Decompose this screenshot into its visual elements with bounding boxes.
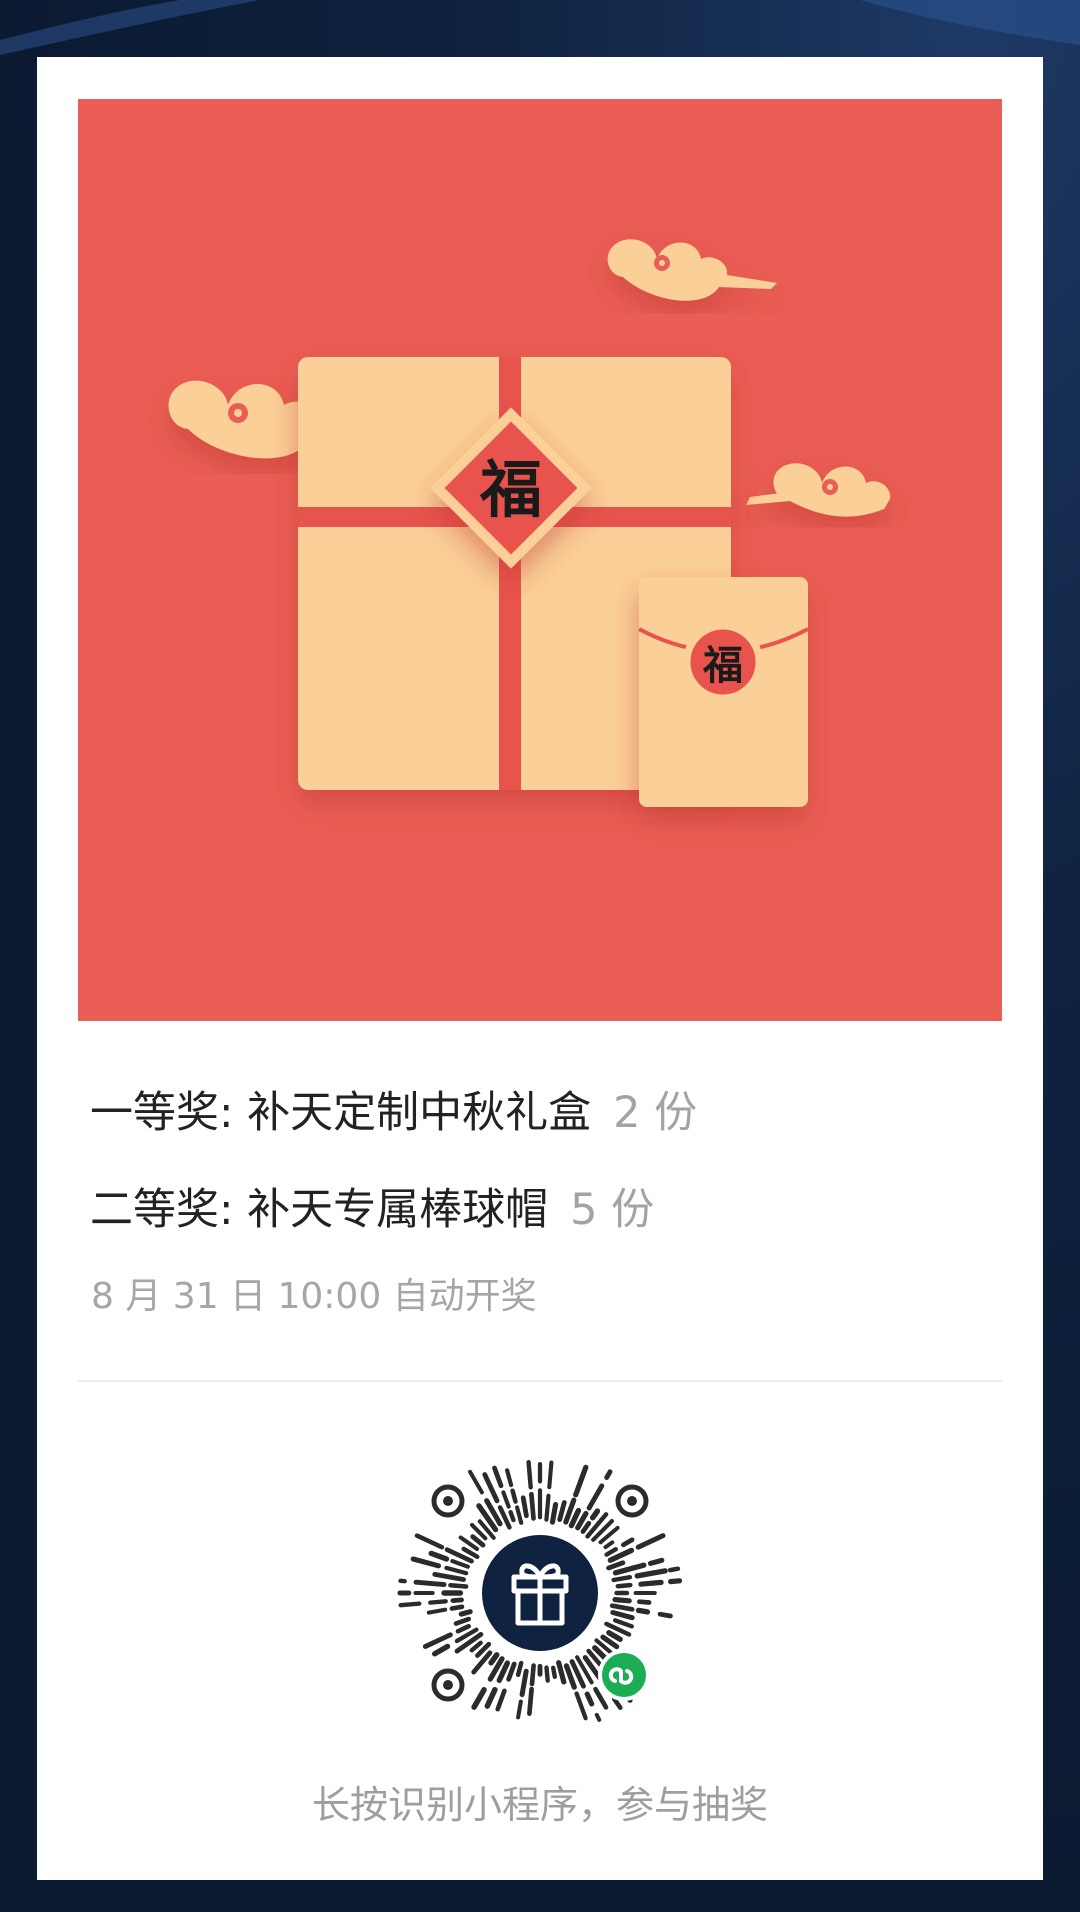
qr-ray: [471, 1687, 487, 1710]
qr-ray: [609, 1603, 635, 1612]
qr-ray: [448, 1582, 469, 1589]
qr-ray: [647, 1557, 665, 1566]
qr-ray: [527, 1686, 534, 1716]
qr-ray: [428, 1599, 448, 1605]
qr-ray: [557, 1500, 567, 1522]
qr-ray: [508, 1510, 516, 1523]
qr-ray: [510, 1488, 518, 1504]
qr-ray: [615, 1582, 633, 1589]
qr-ray: [516, 1699, 523, 1720]
qr-ray: [428, 1550, 450, 1562]
qr-ray: [544, 1665, 550, 1683]
qr-ray: [621, 1537, 635, 1548]
qr-ray: [635, 1533, 666, 1550]
draw-time: 8 月 31 日 10:00 自动开奖: [91, 1276, 537, 1317]
divider: [78, 1380, 1002, 1382]
qr-ray: [504, 1468, 514, 1488]
qr-ray: [469, 1640, 483, 1653]
qr-ray: [470, 1534, 486, 1548]
second-prize-count: 5 份: [570, 1185, 655, 1235]
qr-ray: [432, 1571, 466, 1582]
qr-ray: [657, 1611, 673, 1619]
qr-ray: [547, 1460, 554, 1490]
qr-ray: [488, 1652, 500, 1666]
qr-ray: [573, 1464, 589, 1498]
second-prize-label: 二等奖: 补天专属棒球帽: [90, 1185, 549, 1235]
qr-ray: [449, 1604, 465, 1611]
qr-ray: [574, 1691, 588, 1721]
qr-ray: [584, 1691, 595, 1707]
background-streak: [0, 0, 1080, 55]
qr-ray: [453, 1616, 471, 1626]
qr-ray: [529, 1663, 536, 1687]
cloud-icon: [746, 463, 891, 517]
qr-ray: [529, 1491, 536, 1521]
qr-ray: [458, 1609, 473, 1617]
qr-ray: [637, 1599, 652, 1605]
qr-ray: [594, 1712, 602, 1722]
qr-ray: [414, 1533, 445, 1550]
qr-ray: [550, 1665, 558, 1680]
qr-ray: [501, 1490, 511, 1509]
qr-ray: [413, 1579, 447, 1588]
qr-ray: [515, 1505, 524, 1525]
qr-ray: [556, 1660, 567, 1685]
qr-ray: [544, 1493, 551, 1522]
qr-ray: [635, 1607, 651, 1615]
prize-banner: 福 福: [78, 99, 1002, 1021]
qr-ray: [468, 1469, 484, 1495]
qr-ray: [603, 1540, 615, 1550]
mini-program-code[interactable]: [396, 1449, 684, 1737]
qr-ray: [482, 1472, 500, 1504]
qr-ray: [589, 1508, 601, 1521]
poster-card: 福 福 一等奖: 补天定制中秋礼盒 2 份 二等奖: 补天专属棒球帽 5 份 8 月…: [37, 57, 1043, 1880]
qr-ray: [638, 1579, 664, 1587]
qr-ray: [519, 1668, 529, 1698]
qr-ray: [398, 1601, 422, 1608]
qr-ray: [604, 1469, 613, 1480]
qr-ray: [580, 1520, 592, 1534]
qr-ray: [586, 1483, 605, 1511]
qr-ray: [612, 1618, 634, 1629]
scan-hint: 长按识别小程序，参与抽奖: [311, 1783, 768, 1827]
qr-ray: [506, 1661, 517, 1682]
qr-ray: [606, 1560, 626, 1571]
qr-ray: [492, 1465, 504, 1489]
envelope-fu-character: 福: [702, 642, 743, 689]
qr-ray: [432, 1643, 451, 1657]
first-prize-label: 一等奖: 补天定制中秋礼盒: [90, 1088, 592, 1138]
cloud-icon: [607, 239, 777, 301]
box-fu-character: 福: [479, 453, 542, 526]
qr-ray: [444, 1565, 469, 1576]
qr-ray: [520, 1495, 529, 1519]
qr-ray: [634, 1568, 668, 1579]
second-prize: 二等奖: 补天专属棒球帽 5 份: [90, 1180, 654, 1240]
qr-ray: [450, 1597, 464, 1604]
mini-program-link-icon: [602, 1653, 646, 1697]
qr-ray: [410, 1556, 442, 1569]
qr-ray: [515, 1660, 524, 1678]
qr-ray: [604, 1546, 619, 1557]
qr-ray: [612, 1597, 632, 1604]
qr-ray: [526, 1459, 533, 1490]
qr-ray: [495, 1688, 507, 1712]
first-prize-count: 2 份: [613, 1088, 698, 1138]
qr-ray: [668, 1578, 683, 1585]
qr-ray: [611, 1574, 633, 1583]
qr-ray: [606, 1630, 623, 1642]
gift-illustration: 福 福: [168, 239, 891, 807]
qr-ray: [426, 1607, 448, 1615]
qr-ray: [549, 1501, 559, 1525]
poster-page: 福 福 一等奖: 补天定制中秋礼盒 2 份 二等奖: 补天专属棒球帽 5 份 8 月…: [0, 0, 1080, 1912]
qr-ray: [455, 1623, 471, 1634]
qr-ray: [484, 1686, 498, 1709]
qr-ray: [667, 1566, 681, 1573]
qr-ray: [450, 1559, 470, 1569]
first-prize: 一等奖: 补天定制中秋礼盒 2 份: [90, 1083, 697, 1143]
qr-ray: [610, 1610, 635, 1621]
